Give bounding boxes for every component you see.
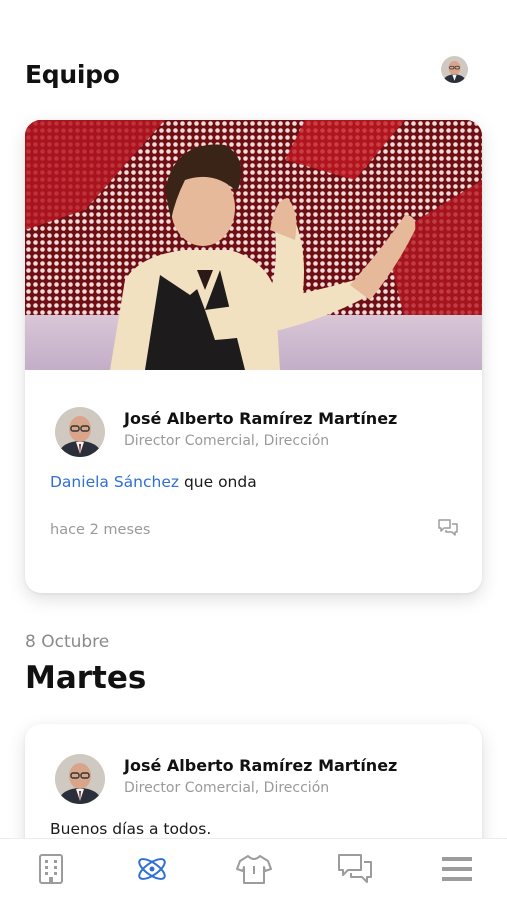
tab-chat[interactable] [337,851,373,887]
tab-menu[interactable] [439,851,475,887]
building-icon [39,854,63,884]
author-avatar[interactable] [55,754,105,804]
author-role: Director Comercial, Dirección [124,433,330,449]
post-image[interactable] [25,120,482,370]
section-day-title: Martes [25,660,147,696]
clapping-man-gif-image [25,120,482,370]
profile-avatar[interactable] [441,56,468,83]
post-timestamp: hace 2 meses [50,522,151,538]
comment-icon [438,519,458,536]
author-name[interactable]: José Alberto Ramírez Martínez [124,409,397,428]
author-avatar-icon [55,407,105,457]
author-avatar[interactable] [55,407,105,457]
author-name[interactable]: José Alberto Ramírez Martínez [124,756,397,775]
post-message: Buenos días a todos. [50,820,212,838]
post-text: Daniela Sánchez que onda [50,473,257,491]
tab-team[interactable] [134,851,170,887]
page-title: Equipo [25,60,120,89]
post-message: que onda [179,473,257,491]
app-header: Equipo [0,0,507,110]
shirt-icon [236,855,272,884]
menu-icon [442,857,472,881]
atom-icon [138,858,166,880]
section-date: 8 Octubre [25,632,110,652]
chat-icon [338,854,372,883]
author-avatar-icon [55,754,105,804]
tab-uniform[interactable] [236,851,272,887]
comment-button[interactable] [437,518,459,538]
author-role: Director Comercial, Dirección [124,780,330,796]
user-avatar-icon [441,56,468,83]
post-card[interactable]: José Alberto Ramírez Martínez Director C… [25,120,482,593]
mention-link[interactable]: Daniela Sánchez [50,473,179,491]
bottom-tab-bar [0,838,507,900]
tab-company[interactable] [33,851,69,887]
